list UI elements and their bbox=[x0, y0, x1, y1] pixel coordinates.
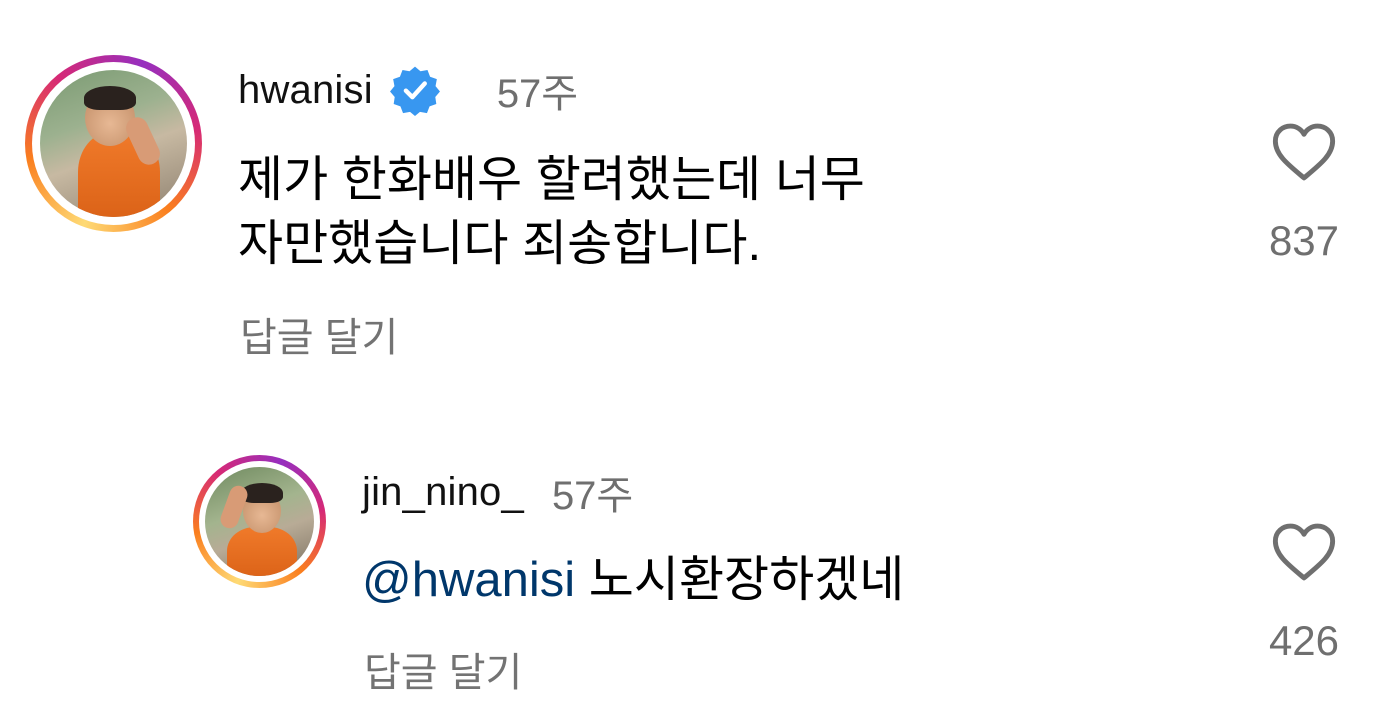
avatar-story-ring[interactable] bbox=[25, 55, 202, 232]
comment-text: 제가 한화배우 할려했는데 너무 자만했습니다 죄송합니다. bbox=[238, 148, 865, 276]
comment-text-body: 노시환장하겠네 bbox=[588, 553, 905, 607]
comment-item: hwanisi 57주 제가 한화배우 할려했는데 너무 자만했습니다 죄송합니… bbox=[0, 0, 1377, 400]
comment-text-line: 자만했습니다 죄송합니다. bbox=[238, 217, 762, 271]
mention-link[interactable]: @hwanisi bbox=[362, 553, 575, 607]
like-control: 837 bbox=[1254, 122, 1354, 265]
avatar-ring-gap bbox=[32, 62, 195, 225]
like-count: 426 bbox=[1268, 617, 1340, 664]
avatar-figure-body bbox=[227, 527, 297, 576]
comment-header: hwanisi 57주 bbox=[238, 64, 578, 116]
comment-text-line: 제가 한화배우 할려했는데 너무 bbox=[238, 153, 865, 207]
heart-outline-icon[interactable] bbox=[1271, 122, 1337, 187]
like-count: 837 bbox=[1268, 217, 1340, 264]
avatar-story-ring[interactable] bbox=[193, 455, 326, 588]
reply-button[interactable]: 답글 달기 bbox=[240, 305, 398, 363]
reply-button[interactable]: 답글 달기 bbox=[364, 640, 522, 698]
avatar-figure-hair bbox=[84, 86, 136, 110]
comment-timestamp: 57주 bbox=[496, 72, 579, 116]
comment-header: jin_nino_ 57주 bbox=[362, 466, 634, 519]
avatar bbox=[205, 467, 314, 576]
avatar bbox=[40, 70, 187, 217]
avatar-ring-gap bbox=[199, 461, 320, 582]
reply-comment-item: jin_nino_ 57주 @hwanisi 노시환장하겠네 답글 달기 426 bbox=[0, 400, 1377, 709]
verified-badge-icon bbox=[389, 64, 441, 116]
like-control: 426 bbox=[1254, 522, 1354, 665]
heart-outline-icon[interactable] bbox=[1271, 522, 1337, 587]
username-link[interactable]: jin_nino_ bbox=[362, 470, 524, 515]
comment-text: @hwanisi 노시환장하겠네 bbox=[362, 548, 904, 612]
username-link[interactable]: hwanisi bbox=[238, 68, 373, 113]
comment-timestamp: 57주 bbox=[551, 474, 634, 518]
